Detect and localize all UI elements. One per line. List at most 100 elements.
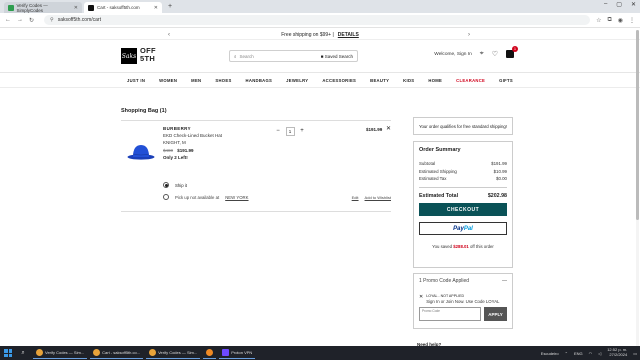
- ship-label: Ship it: [175, 182, 187, 188]
- tab-favicon: [88, 4, 94, 11]
- maximize-icon[interactable]: ▢: [616, 1, 622, 8]
- quantity-value[interactable]: 1: [285, 126, 295, 136]
- product-name[interactable]: EKD Check-Lined Bucket Hat: [163, 133, 222, 138]
- profile-icon[interactable]: ◉: [618, 17, 623, 24]
- pickup-label: Pick up not available at: [175, 194, 220, 200]
- location-pin-icon[interactable]: ⌖: [480, 50, 484, 58]
- pickup-store-link[interactable]: NEW YORK: [225, 195, 248, 200]
- scrollbar-thumb[interactable]: [636, 30, 639, 220]
- summary-row: Estimated Tax $0.00: [419, 176, 507, 181]
- promo-code-input[interactable]: Promo Code: [419, 307, 481, 321]
- site-info-icon[interactable]: ⚲: [50, 17, 54, 23]
- nav-item-jewelry[interactable]: JEWELRY: [286, 78, 308, 83]
- chevron-right-icon[interactable]: ›: [468, 32, 470, 38]
- cart-item: BURBERRY EKD Check-Lined Bucket Hat KNIG…: [121, 120, 391, 212]
- logo-line-2: 5TH: [140, 54, 156, 63]
- taskbar-item[interactable]: Verify Codes — Sim...: [33, 348, 88, 359]
- paypal-button[interactable]: Pay Pal: [419, 222, 507, 235]
- taskbar-item[interactable]: Proton VPN: [219, 348, 256, 359]
- product-brand[interactable]: BURBERRY: [163, 126, 191, 131]
- nav-item-clearance[interactable]: CLEARANCE: [456, 78, 485, 83]
- collapse-icon[interactable]: —: [502, 278, 507, 284]
- wifi-icon[interactable]: ◠: [589, 351, 593, 356]
- notification-icon[interactable]: ▭: [633, 351, 637, 356]
- nav-item-kids[interactable]: KIDS: [403, 78, 414, 83]
- nav-item-beauty[interactable]: BEAUTY: [370, 78, 389, 83]
- nav-item-men[interactable]: MEN: [191, 78, 201, 83]
- site-header: Saks OFF 5TH ⌕ Search ■ Saved Search Wel…: [0, 40, 640, 73]
- summary-row: Subtotal $191.99: [419, 161, 507, 166]
- pickup-radio[interactable]: [163, 194, 169, 200]
- promo-code-header[interactable]: 1 Promo Code Applied —: [419, 278, 507, 284]
- product-prices: $480 $191.99: [163, 148, 194, 153]
- summary-label: Subtotal: [419, 161, 436, 166]
- shopping-bag-icon[interactable]: 1: [506, 46, 518, 58]
- promo-details-link[interactable]: DETAILS: [338, 32, 359, 38]
- browser-tab-1[interactable]: Cart - saksoff5th.com ✕: [84, 2, 162, 13]
- logo-text[interactable]: OFF 5TH: [140, 47, 156, 63]
- sign-in-link[interactable]: Welcome, Sign In: [434, 52, 472, 57]
- promo-code-title: 1 Promo Code Applied: [419, 278, 470, 284]
- nav-item-women[interactable]: WOMEN: [159, 78, 177, 83]
- search-input[interactable]: ⌕ Search ■ Saved Search: [229, 50, 358, 62]
- wishlist-link[interactable]: Add to Wishlist: [365, 195, 391, 200]
- close-icon[interactable]: ✕: [74, 5, 78, 11]
- code-status: LOYAL - NOT APPLIED: [426, 294, 465, 298]
- tray-up-icon[interactable]: ⌃: [565, 351, 568, 356]
- taskbar-item[interactable]: Cart - saksoff5th.co...: [90, 348, 144, 359]
- promo-bar: ‹ Free shipping on $99+ | DETAILS ›: [0, 30, 640, 40]
- language-indicator[interactable]: ENG: [574, 351, 583, 356]
- heart-icon[interactable]: ♡: [492, 50, 498, 58]
- address-bar[interactable]: ⚲ saksoff5th.com/cart: [44, 15, 591, 25]
- reload-icon[interactable]: ↻: [29, 17, 34, 24]
- taskbar-item[interactable]: [203, 348, 217, 359]
- minus-icon[interactable]: −: [273, 126, 283, 136]
- nav-item-handbags[interactable]: HANDBAGS: [246, 78, 273, 83]
- chevron-left-icon[interactable]: ‹: [168, 32, 170, 38]
- ship-radio[interactable]: [163, 182, 169, 188]
- browser-actions: ☆ ⧉ ◉ ⋮: [596, 17, 635, 24]
- windows-start-icon[interactable]: [3, 348, 13, 358]
- nav-item-accessories[interactable]: ACCESSORIES: [322, 78, 356, 83]
- original-price: $480: [163, 148, 174, 153]
- browser-tab-0[interactable]: Verify Codes — SimplyCodes ✕: [4, 2, 82, 13]
- saved-search-button[interactable]: ■ Saved Search: [321, 54, 353, 59]
- app-icon: [206, 349, 214, 356]
- pickup-option: Pick up not available at NEW YORK Edit A…: [163, 194, 391, 200]
- remove-item-icon[interactable]: ✕: [386, 125, 391, 132]
- system-clock[interactable]: 12:52 p. m. 27/2/2024: [607, 348, 627, 357]
- apply-button[interactable]: APPLY: [484, 307, 507, 321]
- checkout-button[interactable]: CHECKOUT: [419, 203, 507, 216]
- header-actions: Welcome, Sign In ⌖ ♡ 1: [434, 46, 518, 58]
- bookmark-icon[interactable]: ☆: [596, 17, 601, 24]
- new-tab-icon[interactable]: +: [164, 3, 176, 10]
- taskbar-item[interactable]: Verify Codes — Sim...: [146, 348, 201, 359]
- nav-item-gifts[interactable]: GIFTS: [499, 78, 513, 83]
- quantity-stepper: − 1 +: [273, 126, 307, 136]
- free-shipping-message: Your order qualifies for free standard s…: [413, 117, 513, 135]
- stock-notice: Only 2 Left!: [163, 155, 188, 160]
- nav-item-home[interactable]: HOME: [428, 78, 442, 83]
- code-info: LOYAL - NOT APPLIED Sign In or Join Now.…: [426, 294, 499, 304]
- remove-code-icon[interactable]: ✕: [419, 294, 423, 300]
- extensions-icon[interactable]: ⧉: [607, 17, 611, 24]
- nav-item-shoes[interactable]: SHOES: [215, 78, 231, 83]
- minimize-icon[interactable]: –: [604, 1, 607, 8]
- order-summary-title: Order Summary: [419, 147, 461, 153]
- nav-item-just-in[interactable]: JUST IN: [127, 78, 145, 83]
- page-scrollbar[interactable]: [636, 30, 639, 350]
- tray-region[interactable]: Escudeiro: [541, 351, 559, 356]
- volume-icon[interactable]: ◁: [598, 351, 601, 356]
- ship-option[interactable]: Ship it: [163, 182, 187, 188]
- taskbar-search-icon[interactable]: ⌕: [16, 348, 30, 358]
- saks-logo[interactable]: Saks: [121, 48, 137, 64]
- plus-icon[interactable]: +: [297, 126, 307, 136]
- close-icon[interactable]: ✕: [154, 5, 158, 11]
- summary-value: $191.99: [491, 161, 507, 166]
- product-image[interactable]: [127, 142, 155, 160]
- menu-icon[interactable]: ⋮: [629, 17, 635, 24]
- edit-link[interactable]: Edit: [352, 195, 359, 200]
- back-icon[interactable]: ←: [5, 17, 11, 23]
- forward-icon[interactable]: →: [17, 17, 23, 23]
- close-window-icon[interactable]: ✕: [631, 1, 636, 8]
